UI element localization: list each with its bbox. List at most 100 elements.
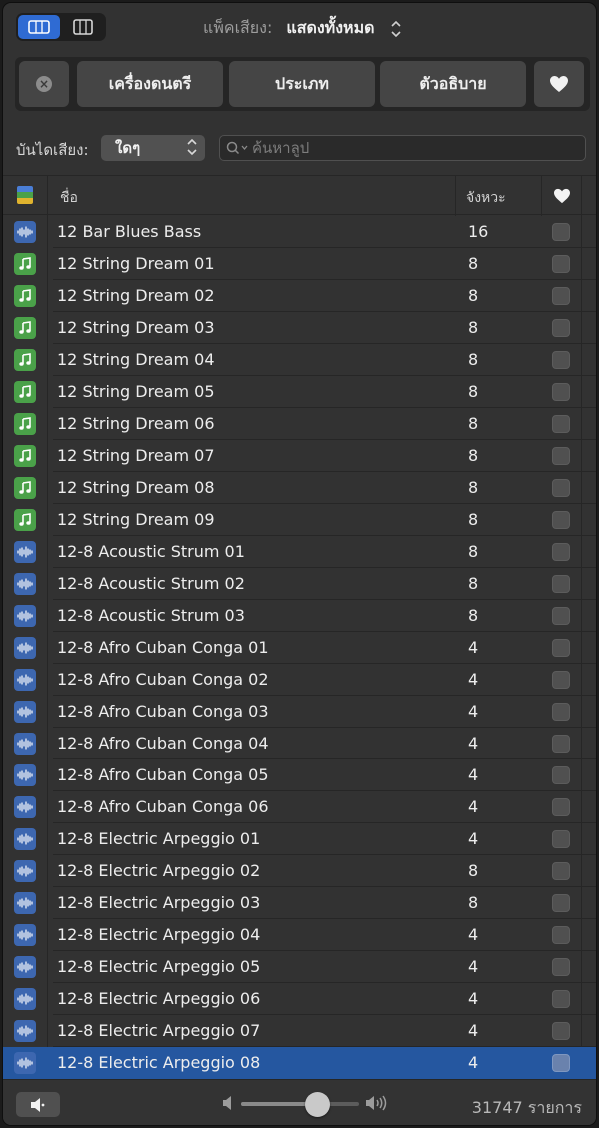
favorite-checkbox[interactable] [552, 254, 570, 273]
volume-slider[interactable] [241, 1092, 359, 1117]
table-row[interactable]: 12-8 Afro Cuban Conga 01 4 [3, 632, 596, 664]
audio-loop-icon [14, 796, 36, 819]
table-row[interactable]: 12 String Dream 08 8 [3, 472, 596, 504]
favorite-checkbox[interactable] [552, 606, 570, 625]
table-row[interactable]: 12-8 Acoustic Strum 03 8 [3, 600, 596, 632]
audio-loop-icon [14, 956, 36, 979]
loop-beats: 8 [468, 541, 479, 561]
favorite-checkbox[interactable] [552, 478, 570, 497]
audio-loop-icon [14, 700, 36, 723]
up-down-chevron-icon [187, 136, 197, 156]
table-row[interactable]: 12-8 Afro Cuban Conga 04 4 [3, 728, 596, 760]
table-row[interactable]: 12 String Dream 02 8 [3, 280, 596, 312]
favorite-checkbox[interactable] [552, 318, 570, 337]
table-row[interactable]: 12-8 Acoustic Strum 01 8 [3, 536, 596, 568]
preview-speaker-button[interactable] [16, 1092, 60, 1117]
favorite-checkbox[interactable] [552, 670, 570, 689]
table-row[interactable]: 12-8 Electric Arpeggio 08 4 [3, 1047, 596, 1080]
favorite-checkbox[interactable] [552, 990, 570, 1009]
table-row[interactable]: 12-8 Afro Cuban Conga 03 4 [3, 696, 596, 728]
favorite-checkbox[interactable] [552, 894, 570, 913]
table-row[interactable]: 12 String Dream 01 8 [3, 248, 596, 280]
volume-slider-knob[interactable] [305, 1092, 331, 1117]
favorite-checkbox[interactable] [552, 862, 570, 881]
favorite-checkbox[interactable] [552, 574, 570, 593]
favorite-checkbox[interactable] [552, 638, 570, 657]
loop-beats: 8 [468, 381, 479, 401]
favorite-checkbox[interactable] [552, 382, 570, 401]
favorite-checkbox[interactable] [552, 766, 570, 785]
sound-pack-selector[interactable]: แพ็คเสียง: แสดงทั้งหมด [203, 16, 401, 41]
favorite-checkbox[interactable] [552, 702, 570, 721]
instrument-filter-button[interactable]: เครื่องดนตรี [77, 61, 223, 107]
table-row[interactable]: 12 String Dream 04 8 [3, 344, 596, 376]
midi-loop-icon [14, 380, 36, 403]
loop-beats: 8 [468, 573, 479, 593]
table-row[interactable]: 12-8 Electric Arpeggio 02 8 [3, 855, 596, 888]
table-row[interactable]: 12-8 Afro Cuban Conga 02 4 [3, 664, 596, 696]
favorite-checkbox[interactable] [552, 926, 570, 945]
loop-name: 12-8 Afro Cuban Conga 03 [57, 701, 269, 721]
column-header-beats[interactable]: จังหวะ [466, 187, 506, 209]
favorite-checkbox[interactable] [552, 510, 570, 529]
loop-name: 12-8 Acoustic Strum 01 [57, 541, 245, 561]
favorite-checkbox[interactable] [552, 830, 570, 849]
sound-pack-label: แพ็คเสียง: [203, 18, 273, 37]
table-row[interactable]: 12 String Dream 06 8 [3, 408, 596, 440]
favorite-column-heart-icon[interactable] [553, 188, 571, 204]
table-row[interactable]: 12-8 Electric Arpeggio 03 8 [3, 887, 596, 920]
favorite-checkbox[interactable] [552, 223, 570, 241]
loop-beats: 4 [468, 797, 479, 817]
favorite-checkbox[interactable] [552, 542, 570, 561]
table-row[interactable]: 12 Bar Blues Bass 16 [3, 216, 596, 248]
loop-beats: 8 [468, 605, 479, 625]
favorite-checkbox[interactable] [552, 446, 570, 465]
favorite-checkbox[interactable] [552, 286, 570, 305]
reset-filters-button[interactable]: × [19, 61, 69, 107]
loop-name: 12 String Dream 06 [57, 413, 215, 433]
table-row[interactable]: 12-8 Electric Arpeggio 01 4 [3, 823, 596, 856]
table-row[interactable]: 12-8 Electric Arpeggio 07 4 [3, 1015, 596, 1048]
favorites-filter-button[interactable] [534, 61, 584, 107]
sound-pack-value[interactable]: แสดงทั้งหมด [286, 16, 374, 41]
column-view-icon [73, 19, 93, 35]
search-field[interactable]: ค้นหาลูป [219, 135, 586, 161]
audio-loop-icon [14, 540, 36, 563]
favorite-checkbox[interactable] [552, 1022, 570, 1041]
descriptor-filter-button[interactable]: ตัวอธิบาย [380, 61, 526, 107]
loop-beats: 8 [468, 509, 479, 529]
loop-beats: 4 [468, 701, 479, 721]
loop-type-column-icon[interactable] [17, 186, 33, 204]
table-row[interactable]: 12-8 Afro Cuban Conga 05 4 [3, 759, 596, 792]
favorite-checkbox[interactable] [552, 734, 570, 753]
favorite-checkbox[interactable] [552, 1054, 570, 1073]
loop-name: 12-8 Electric Arpeggio 08 [57, 1053, 261, 1073]
table-row[interactable]: 12 String Dream 09 8 [3, 504, 596, 536]
bottom-bar: 31747 รายการ [3, 1079, 596, 1125]
table-row[interactable]: 12 String Dream 05 8 [3, 376, 596, 408]
loop-name: 12-8 Afro Cuban Conga 02 [57, 669, 269, 689]
table-row[interactable]: 12-8 Electric Arpeggio 04 4 [3, 919, 596, 952]
loop-beats: 4 [468, 733, 479, 753]
list-view-button[interactable] [18, 15, 60, 39]
favorite-checkbox[interactable] [552, 798, 570, 817]
favorite-checkbox[interactable] [552, 350, 570, 369]
favorite-checkbox[interactable] [552, 958, 570, 977]
table-row[interactable]: 12-8 Acoustic Strum 02 8 [3, 568, 596, 600]
midi-loop-icon [14, 508, 36, 531]
favorite-checkbox[interactable] [552, 414, 570, 433]
top-bar: แพ็คเสียง: แสดงทั้งหมด [3, 3, 596, 51]
table-row[interactable]: 12-8 Electric Arpeggio 05 4 [3, 951, 596, 984]
table-row[interactable]: 12-8 Afro Cuban Conga 06 4 [3, 791, 596, 824]
midi-loop-icon [14, 444, 36, 467]
audio-loop-icon [14, 924, 36, 947]
scale-popup[interactable]: ใดๆ [101, 135, 205, 161]
loop-beats: 16 [468, 222, 489, 241]
column-view-button[interactable] [62, 15, 104, 39]
table-row[interactable]: 12-8 Electric Arpeggio 06 4 [3, 983, 596, 1016]
column-header-name[interactable]: ชื่อ [60, 187, 78, 209]
filter-button-bar: × เครื่องดนตรี ประเภท ตัวอธิบาย [15, 57, 590, 111]
table-row[interactable]: 12 String Dream 03 8 [3, 312, 596, 344]
table-row[interactable]: 12 String Dream 07 8 [3, 440, 596, 472]
genre-filter-button[interactable]: ประเภท [229, 61, 375, 107]
